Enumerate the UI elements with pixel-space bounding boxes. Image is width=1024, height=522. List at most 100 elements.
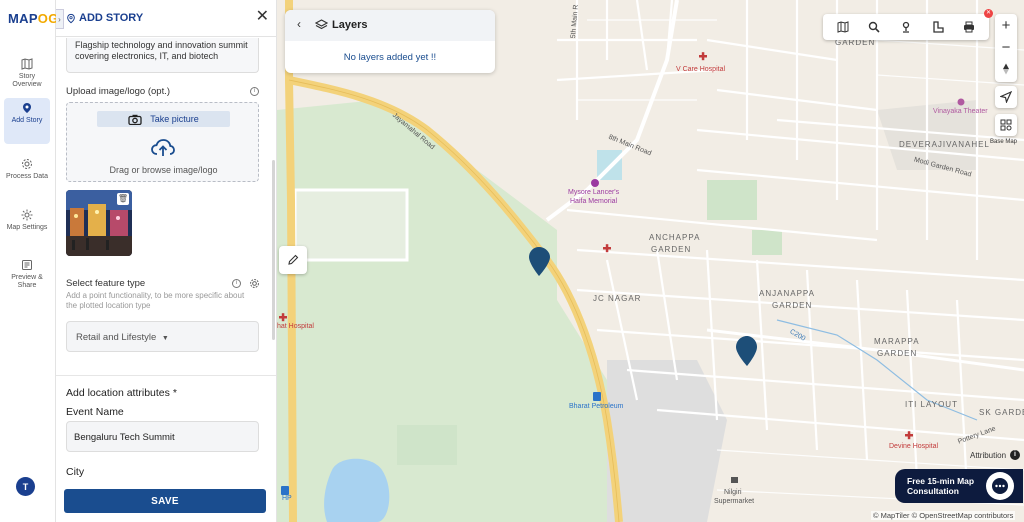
- layers-header: ‹ Layers: [285, 10, 495, 41]
- poi-label: Mysore Lancer's: [568, 189, 620, 196]
- poi-label: Vinayaka Theater: [933, 108, 988, 115]
- drag-browse-text: Drag or browse image/logo: [109, 165, 218, 175]
- attribution-label[interactable]: Attribution: [970, 451, 1006, 460]
- rail-item-label: Story Overview: [12, 73, 42, 88]
- rail-item-label: Preview & Share: [11, 274, 43, 289]
- logo-text: MAP: [8, 11, 38, 26]
- info-icon[interactable]: i: [250, 87, 259, 96]
- app-logo[interactable]: MAPOG: [8, 11, 59, 26]
- area-label: SK GARDE: [979, 408, 1024, 417]
- panel-title: ADD STORY: [79, 12, 144, 24]
- zoom-in-button[interactable]: +: [995, 14, 1017, 36]
- base-map-label: Base Map: [990, 139, 1018, 145]
- grid-icon: [1000, 119, 1012, 131]
- search-icon: [869, 21, 880, 33]
- base-map-button[interactable]: [995, 114, 1017, 136]
- rail-item-label: Process Data: [5, 173, 49, 180]
- area-label: GARDEN: [772, 301, 813, 310]
- chat-icon: [992, 478, 1008, 494]
- poi-label: Bharat Petroleum: [569, 403, 624, 410]
- rail-item-process-data[interactable]: Process Data: [4, 154, 50, 181]
- layers-empty-text: No layers added yet !!: [343, 52, 437, 63]
- print-button[interactable]: [960, 18, 978, 36]
- area-label: JC NAGAR: [593, 294, 642, 303]
- area-label: GARDEN: [651, 245, 692, 254]
- zoom-out-button[interactable]: −: [995, 36, 1017, 58]
- feature-type-hint: Add a point functionality, to be more sp…: [66, 291, 245, 310]
- event-name-input[interactable]: Bengaluru Tech Summit: [66, 421, 259, 452]
- nav-rail: MAPOG Story Overview Add Story Process D…: [0, 0, 59, 522]
- poi-label: Devine Hospital: [889, 443, 939, 450]
- poi-label: hat Hospital: [277, 323, 314, 330]
- layers-panel: ‹ Layers No layers added yet !!: [285, 10, 495, 73]
- chevron-right-icon: ›: [58, 14, 61, 24]
- collapse-panel-button[interactable]: ›: [56, 9, 64, 29]
- section-divider: [56, 375, 276, 376]
- panel-scrollbar[interactable]: [272, 160, 275, 340]
- rail-item-preview-share[interactable]: Preview & Share: [4, 255, 50, 290]
- delete-icon[interactable]: 🗑: [117, 193, 129, 205]
- compass-icon: [1003, 63, 1009, 75]
- gear-icon: [22, 159, 32, 169]
- take-picture-button[interactable]: Take picture: [97, 111, 230, 127]
- area-label: MARAPPA: [874, 337, 920, 346]
- geolocate-button[interactable]: [995, 86, 1017, 108]
- location-pin-icon: [23, 103, 31, 113]
- city-label: City: [66, 466, 85, 478]
- description-textarea[interactable]: Flagship technology and innovation summi…: [66, 38, 259, 73]
- caret-down-icon: ▼: [161, 335, 169, 342]
- rail-item-add-story[interactable]: Add Story: [4, 98, 50, 144]
- area-label: DEVERAJIVANAHEL: [899, 140, 990, 149]
- zoom-control: + −: [995, 14, 1017, 82]
- feature-type-select[interactable]: Retail and Lifestyle ▼: [66, 321, 259, 352]
- map-view-button[interactable]: [834, 18, 852, 36]
- area-label: ITI LAYOUT: [905, 400, 958, 409]
- panel-header: › ADD STORY ✕: [56, 0, 276, 37]
- save-button[interactable]: SAVE: [64, 489, 266, 513]
- gear-icon[interactable]: [249, 278, 260, 289]
- feature-type-value: Retail and Lifestyle: [76, 332, 157, 343]
- close-icon[interactable]: ✕: [256, 9, 269, 25]
- poi-label: Nilgiri: [724, 489, 742, 496]
- draw-button[interactable]: [279, 246, 307, 274]
- pencil-icon: [288, 254, 299, 265]
- area-label: ANJANAPPA: [759, 289, 815, 298]
- info-icon[interactable]: i: [232, 279, 241, 288]
- rail-item-map-settings[interactable]: Map Settings: [4, 205, 50, 232]
- area-label: GARDEN: [877, 349, 918, 358]
- panel-title-wrap: ADD STORY: [66, 12, 143, 24]
- upload-label: Upload image/logo (opt.): [66, 86, 171, 97]
- chevron-left-icon[interactable]: ‹: [297, 17, 301, 31]
- attributes-heading: Add location attributes *: [66, 387, 177, 399]
- layers-title: Layers: [332, 19, 368, 31]
- plus-icon: +: [1001, 16, 1011, 34]
- rail-item-story-overview[interactable]: Story Overview: [4, 54, 50, 89]
- uploaded-image-thumbnail: 🗑: [66, 190, 132, 256]
- add-story-panel: › ADD STORY ✕ Flagship technology and in…: [56, 0, 277, 522]
- layers-icon: [315, 19, 328, 30]
- print-icon: [964, 21, 975, 33]
- chat-button[interactable]: [986, 472, 1014, 500]
- rail-item-label: Map Settings: [6, 224, 48, 231]
- area-label: ANCHAPPA: [649, 233, 701, 242]
- compass-button[interactable]: [995, 58, 1017, 80]
- feature-type-label: Select feature type: [66, 278, 146, 289]
- user-initial: T: [22, 481, 29, 492]
- location-button[interactable]: [897, 18, 915, 36]
- map-canvas[interactable]: GARDEN DEVERAJIVANAHEL ANCHAPPA GARDEN J…: [277, 0, 1024, 522]
- map-icon: [837, 21, 849, 33]
- poi-label: V Care Hospital: [676, 66, 726, 73]
- poi-label: Haifa Memorial: [570, 198, 618, 205]
- take-picture-label: Take picture: [150, 114, 199, 124]
- user-avatar[interactable]: T: [16, 477, 35, 496]
- image-dropzone[interactable]: Take picture Drag or browse image/logo: [66, 102, 259, 182]
- close-icon[interactable]: ✕: [984, 9, 993, 18]
- measure-icon: [932, 21, 944, 33]
- poi-label: HP: [282, 495, 292, 502]
- rail-item-label: Add Story: [11, 117, 43, 124]
- measure-button[interactable]: [929, 18, 947, 36]
- info-icon[interactable]: i: [1010, 450, 1020, 460]
- search-button[interactable]: [865, 18, 883, 36]
- map-copyright: © MapTiler © OpenStreetMap contributors: [871, 511, 1016, 520]
- map-toolbar: ✕: [823, 9, 993, 40]
